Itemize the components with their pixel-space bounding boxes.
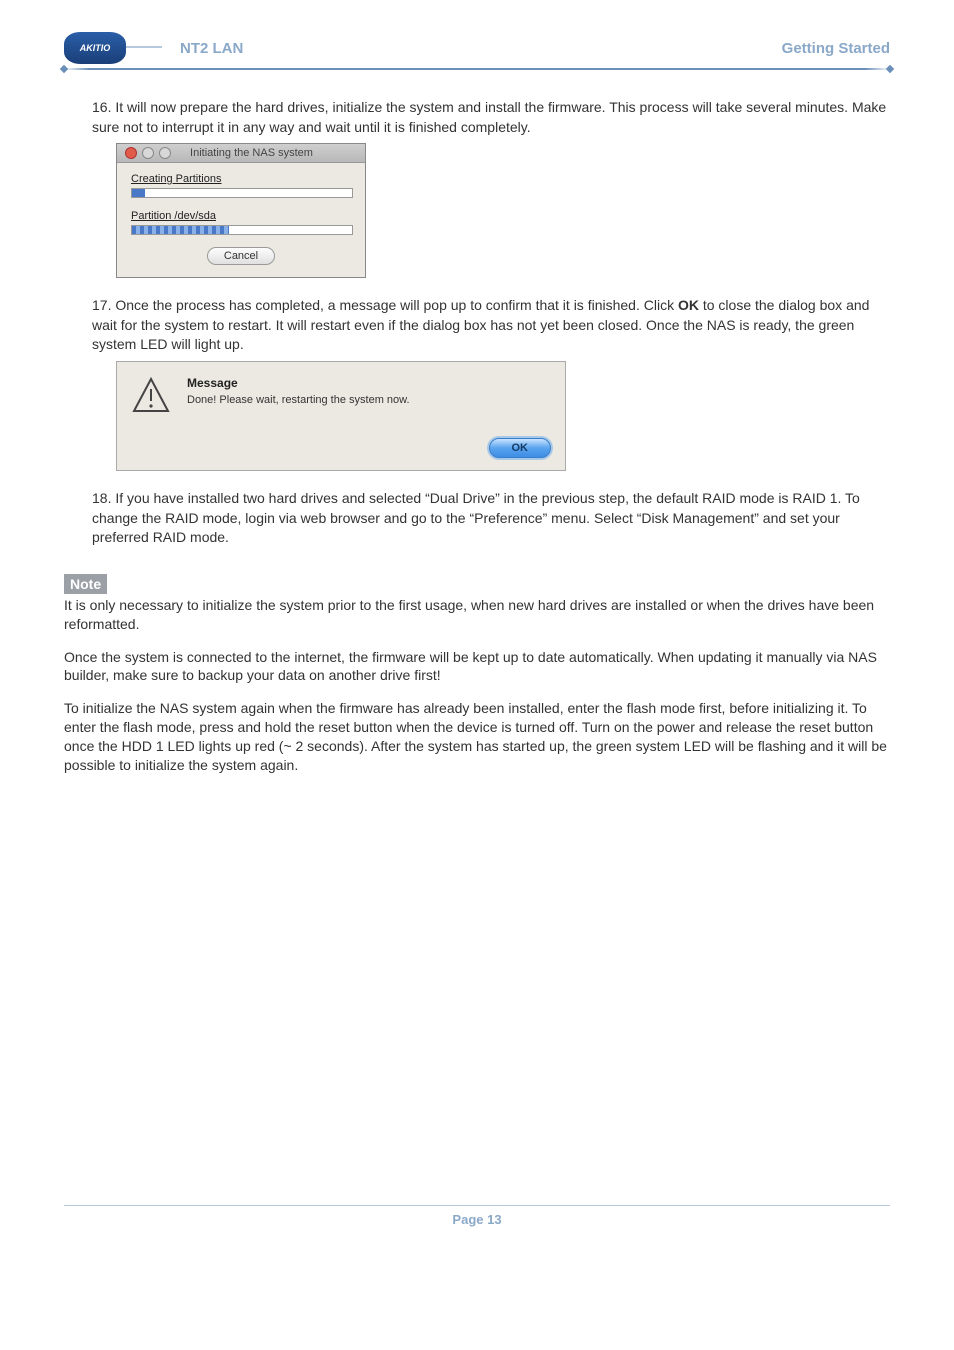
- note-paragraph-1: It is only necessary to initialize the s…: [64, 596, 890, 634]
- step-16-text: 16. It will now prepare the hard drives,…: [92, 98, 890, 137]
- creating-partitions-label: Creating Partitions: [131, 173, 351, 185]
- init-nas-dialog: Initiating the NAS system Creating Parti…: [116, 143, 366, 278]
- step-number: 18.: [92, 490, 111, 506]
- message-title: Message: [187, 376, 410, 390]
- page-footer: Page 13: [64, 1205, 890, 1227]
- note-paragraph-2: Once the system is connected to the inte…: [64, 648, 890, 686]
- warning-icon: [131, 376, 171, 424]
- step-16: 16. It will now prepare the hard drives,…: [92, 98, 890, 278]
- dialog-titlebar: Initiating the NAS system: [117, 144, 365, 163]
- step-number: 17.: [92, 297, 111, 313]
- doc-chapter-title: Getting Started: [782, 40, 890, 57]
- cancel-button[interactable]: Cancel: [207, 247, 275, 265]
- ok-strong: OK: [678, 297, 699, 313]
- close-icon[interactable]: [125, 147, 137, 159]
- done-message-dialog: Message Done! Please wait, restarting th…: [116, 361, 566, 471]
- footer-divider: [64, 1205, 890, 1206]
- step-17-text: 17. Once the process has completed, a me…: [92, 296, 890, 355]
- step-number: 16.: [92, 99, 111, 115]
- brand-logo: AKITIO: [64, 32, 126, 64]
- ok-button[interactable]: OK: [489, 438, 552, 458]
- header-divider: [64, 68, 890, 70]
- step-17: 17. Once the process has completed, a me…: [92, 296, 890, 471]
- step-body: It will now prepare the hard drives, ini…: [92, 99, 886, 135]
- dialog-title: Initiating the NAS system: [146, 147, 357, 159]
- page-number: Page 13: [452, 1212, 501, 1227]
- creating-partitions-progress: [131, 188, 353, 198]
- doc-section-title: NT2 LAN: [180, 40, 243, 57]
- step-body: If you have installed two hard drives an…: [92, 490, 860, 545]
- partition-dev-progress: [131, 225, 353, 235]
- step-body-a: Once the process has completed, a messag…: [111, 297, 678, 313]
- note-paragraph-3: To initialize the NAS system again when …: [64, 699, 890, 775]
- message-text: Done! Please wait, restarting the system…: [187, 394, 410, 406]
- partition-dev-label: Partition /dev/sda: [131, 210, 351, 222]
- page-header: AKITIO NT2 LAN Getting Started: [64, 32, 890, 64]
- note-label: Note: [64, 574, 107, 594]
- step-18: 18. If you have installed two hard drive…: [92, 489, 890, 548]
- step-18-text: 18. If you have installed two hard drive…: [92, 489, 890, 548]
- header-left: AKITIO NT2 LAN: [64, 32, 243, 64]
